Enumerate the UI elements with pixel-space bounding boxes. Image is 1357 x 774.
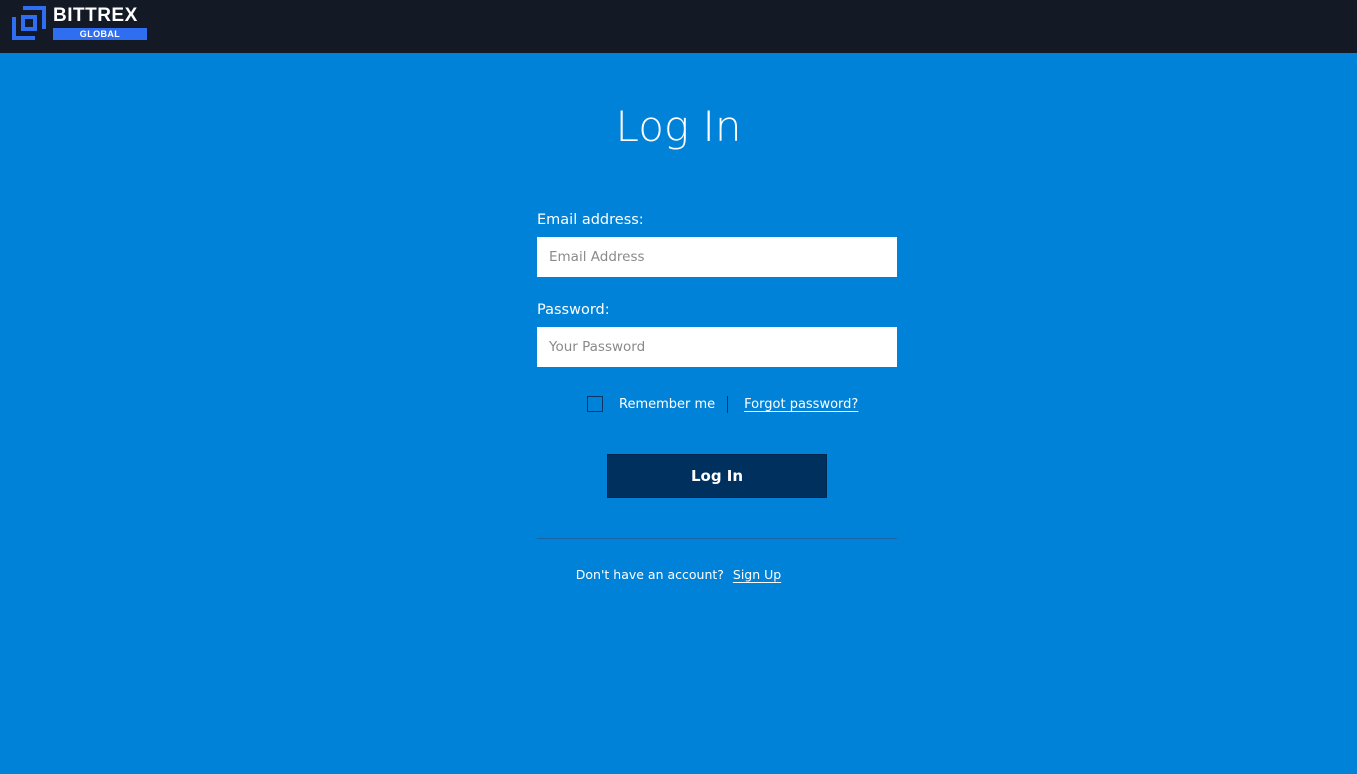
remember-row: Remember me Forgot password?: [587, 394, 858, 414]
email-input[interactable]: [537, 237, 897, 277]
signup-prompt: Don't have an account?: [575, 567, 724, 582]
top-bar: BITTREX GLOBAL: [0, 0, 1357, 53]
bittrex-logo[interactable]: BITTREX GLOBAL: [12, 6, 147, 40]
page-title: Log In: [615, 102, 742, 151]
divider: [537, 538, 897, 539]
login-button[interactable]: Log In: [607, 454, 827, 498]
password-label: Password:: [537, 302, 610, 318]
logo-text: BITTREX GLOBAL: [53, 6, 147, 40]
logo-badge: GLOBAL: [53, 28, 147, 40]
divider-vertical: [727, 395, 729, 413]
email-label: Email address:: [537, 212, 644, 228]
bittrex-logo-icon: [12, 6, 46, 40]
logo-wordmark: BITTREX: [53, 5, 138, 26]
remember-me-label[interactable]: Remember me: [619, 397, 715, 412]
sign-up-link[interactable]: Sign Up: [733, 567, 781, 582]
signup-row: Don't have an account? Sign Up: [0, 567, 1357, 582]
password-input[interactable]: [537, 327, 897, 367]
remember-me-checkbox[interactable]: [587, 396, 603, 412]
forgot-password-link[interactable]: Forgot password?: [744, 397, 858, 412]
